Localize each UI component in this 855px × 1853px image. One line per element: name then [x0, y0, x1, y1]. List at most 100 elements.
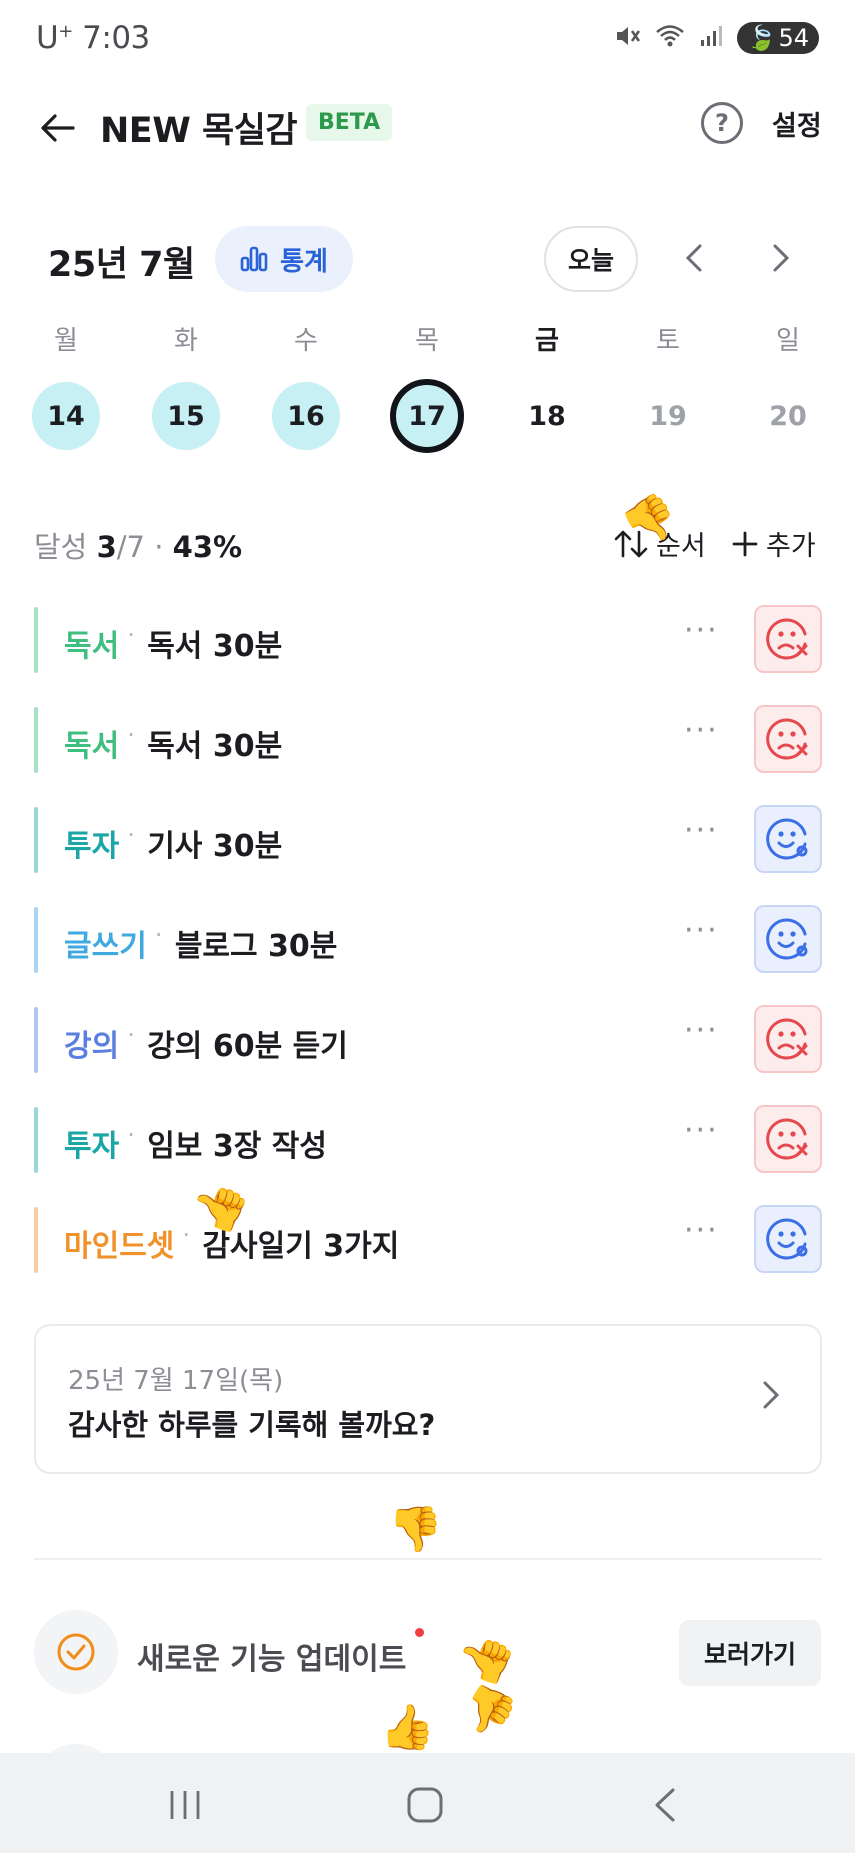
separator-dot: · — [127, 1121, 135, 1149]
habit-row[interactable]: 마인드셋 · 감사일기 3가지 ··· — [34, 1205, 824, 1275]
view-feature-button[interactable]: 보러가기 — [679, 1620, 821, 1686]
separator-dot: · — [127, 721, 135, 749]
arrow-left-icon — [41, 114, 75, 142]
new-badge-dot — [415, 1628, 424, 1637]
day-thu-selected[interactable]: 목 17 — [387, 320, 467, 453]
day-name: 토 — [656, 326, 680, 356]
habit-row[interactable]: 글쓰기 · 블로그 30분 ··· — [34, 905, 824, 975]
category-color-bar — [34, 1007, 38, 1073]
status-icons: 🍃 54 — [613, 22, 819, 54]
home-button[interactable] — [400, 1783, 450, 1827]
day-wed[interactable]: 수 16 — [266, 320, 346, 450]
category-color-bar — [34, 1107, 38, 1173]
achievement-percent: 43% — [172, 530, 243, 564]
day-sun[interactable]: 일 20 — [748, 320, 828, 450]
check-circle-icon — [34, 1610, 118, 1694]
prev-week-button[interactable] — [672, 236, 716, 280]
more-options-button[interactable]: ··· — [684, 613, 719, 648]
gratitude-card[interactable]: 25년 7월 17일(목) 감사한 하루를 기록해 볼까요? — [34, 1324, 822, 1474]
habit-category: 투자 — [64, 829, 120, 864]
habit-name: 임보 3장 작성 — [147, 1129, 327, 1164]
day-sat[interactable]: 토 19 — [628, 320, 708, 450]
category-color-bar — [34, 1207, 38, 1273]
stats-label: 통계 — [280, 246, 328, 277]
carrier-label: U+ 7:03 — [36, 20, 150, 56]
back-button[interactable] — [30, 100, 86, 156]
stats-button[interactable]: 통계 — [215, 226, 353, 292]
day-number: 19 — [649, 400, 687, 432]
day-name: 목 — [415, 326, 439, 356]
status-bar: U+ 7:03 🍃 54 — [0, 0, 855, 80]
habit-row[interactable]: 독서 · 독서 30분 ··· — [34, 705, 824, 775]
clock: 7:03 — [82, 20, 150, 56]
day-number: 18 — [528, 400, 566, 432]
chevron-right-icon — [773, 244, 790, 272]
day-fri[interactable]: 금 18 — [507, 320, 587, 450]
settings-button[interactable]: 설정 — [772, 104, 822, 143]
day-number: 14 — [32, 382, 100, 450]
sad-face-icon[interactable] — [754, 1105, 822, 1173]
section-divider — [34, 1558, 822, 1560]
habit-row[interactable]: 투자 · 임보 3장 작성 ··· — [34, 1105, 824, 1175]
separator-dot: · — [127, 1021, 135, 1049]
habit-category: 투자 — [64, 1129, 120, 1164]
achievement-summary: 달성 3/7 · 43% — [34, 530, 243, 564]
leaf-icon: 🍃 — [746, 24, 777, 52]
sad-face-icon[interactable] — [754, 605, 822, 673]
signal-icon — [699, 24, 723, 52]
chevron-left-icon — [685, 244, 702, 272]
happy-face-icon[interactable] — [754, 805, 822, 873]
habit-category: 강의 — [64, 1029, 120, 1064]
habit-name: 블로그 30분 — [174, 929, 338, 964]
help-button[interactable]: ? — [701, 102, 743, 144]
more-options-button[interactable]: ··· — [684, 1113, 719, 1148]
more-options-button[interactable]: ··· — [684, 713, 719, 748]
system-back-button[interactable] — [640, 1783, 690, 1827]
more-options-button[interactable]: ··· — [684, 813, 719, 848]
habit-name: 강의 60분 듣기 — [147, 1029, 348, 1064]
day-mon[interactable]: 월 14 — [26, 320, 106, 450]
more-options-button[interactable]: ··· — [684, 1213, 719, 1248]
habit-category: 마인드셋 — [64, 1229, 175, 1264]
more-options-button[interactable]: ··· — [684, 913, 719, 948]
recent-apps-icon — [170, 1791, 200, 1819]
day-number: 15 — [152, 382, 220, 450]
separator-dot: · — [127, 621, 135, 649]
day-name: 금 — [535, 326, 559, 356]
feature-update-row[interactable]: 새로운 기능 업데이트 보러가기 — [0, 1610, 855, 1694]
add-habit-button[interactable]: 추가 — [732, 524, 816, 563]
back-nav-icon — [655, 1788, 675, 1822]
happy-face-icon[interactable] — [754, 905, 822, 973]
more-options-button[interactable]: ··· — [684, 1013, 719, 1048]
next-week-button[interactable] — [759, 236, 803, 280]
home-icon — [407, 1787, 443, 1823]
recent-apps-button[interactable] — [160, 1783, 210, 1827]
day-number: 16 — [272, 382, 340, 450]
category-color-bar — [34, 607, 38, 673]
habit-name: 기사 30분 — [147, 829, 283, 864]
sad-face-icon[interactable] — [754, 1005, 822, 1073]
day-tue[interactable]: 화 15 — [146, 320, 226, 450]
habit-category: 글쓰기 — [64, 929, 147, 964]
today-button[interactable]: 오늘 — [544, 226, 638, 292]
beta-badge: BETA — [306, 104, 393, 141]
thumbs-down-emoji-icon: 👎 — [388, 1504, 443, 1555]
system-nav-bar — [0, 1753, 855, 1853]
habit-category: 독서 — [64, 629, 120, 664]
page-title: NEW 목실감 — [100, 111, 298, 151]
gratitude-prompt: 감사한 하루를 기록해 볼까요? — [68, 1408, 436, 1442]
question-icon: ? — [715, 109, 729, 137]
bar-chart-icon — [240, 246, 268, 272]
habit-row[interactable]: 독서 · 독서 30분 ··· — [34, 605, 824, 675]
sad-face-icon[interactable] — [754, 705, 822, 773]
habit-category: 독서 — [64, 729, 120, 764]
month-title: 25년 7월 — [48, 245, 195, 285]
day-number: 17 — [390, 379, 464, 453]
add-label: 추가 — [766, 531, 816, 562]
separator-dot: · — [154, 921, 163, 949]
day-number: 20 — [769, 400, 807, 432]
happy-face-icon[interactable] — [754, 1205, 822, 1273]
habit-row[interactable]: 투자 · 기사 30분 ··· — [34, 805, 824, 875]
habit-row[interactable]: 강의 · 강의 60분 듣기 ··· — [34, 1005, 824, 1075]
day-name: 화 — [174, 326, 198, 356]
